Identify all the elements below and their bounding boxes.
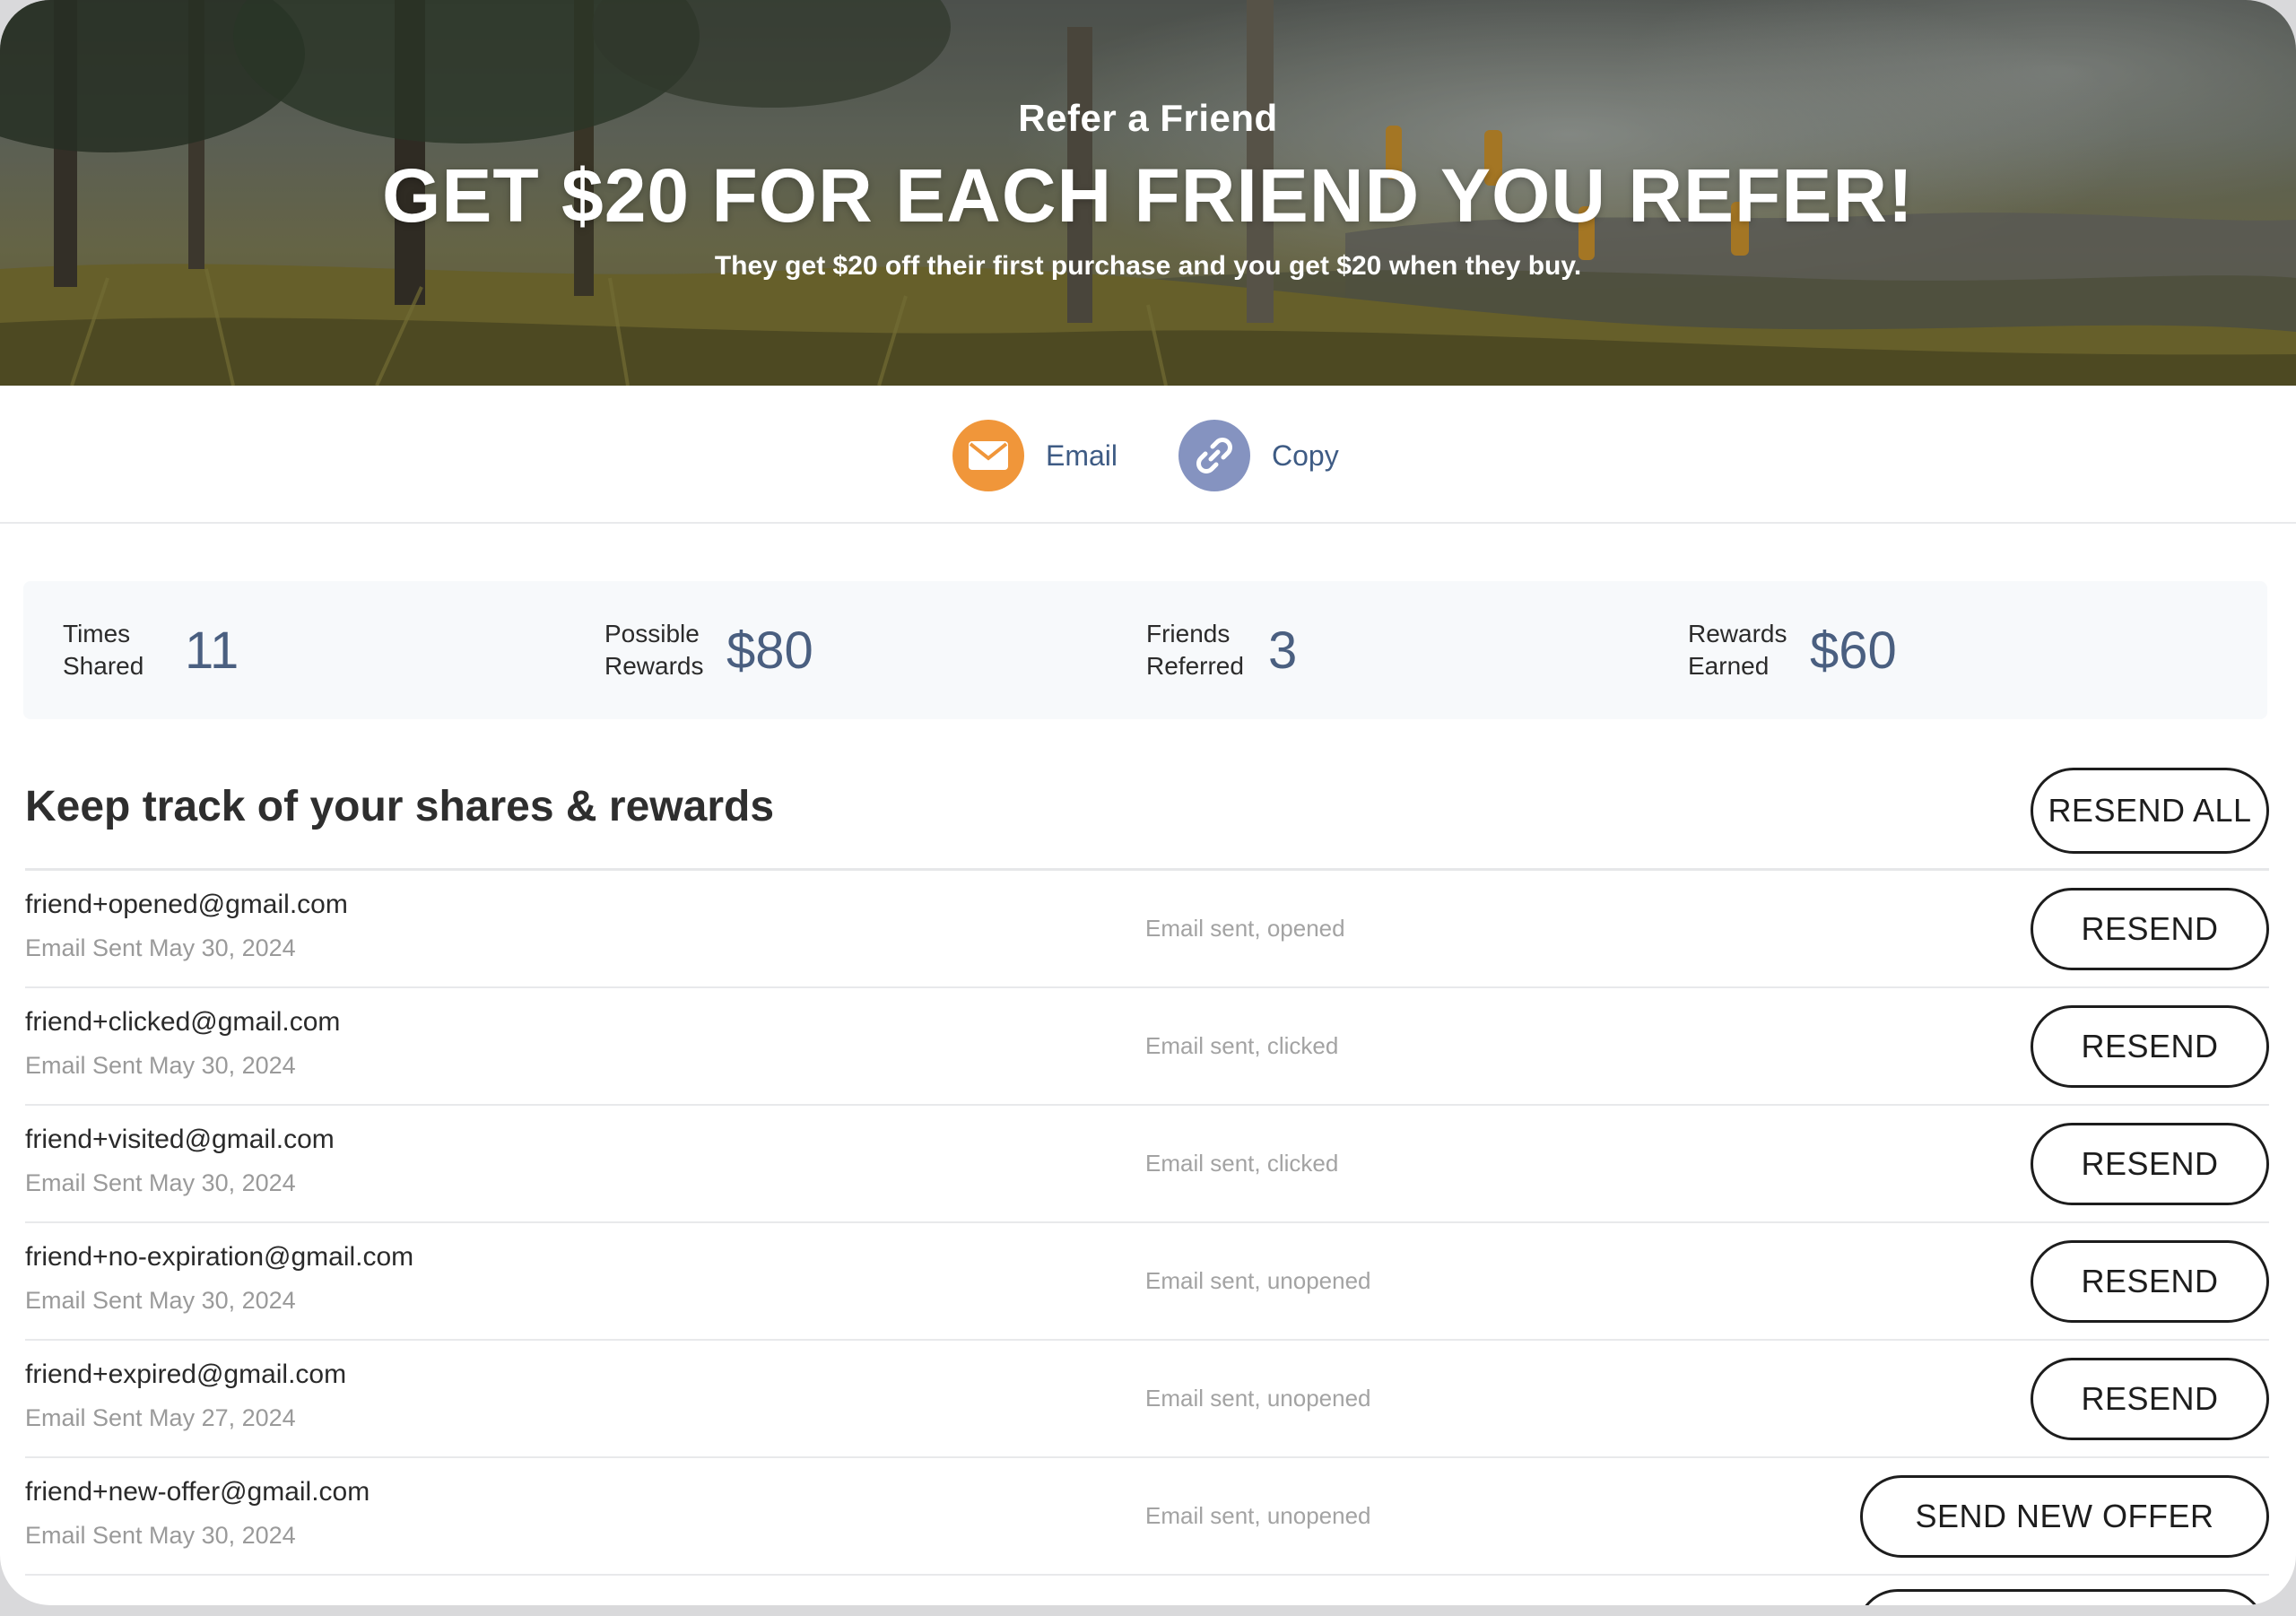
- sent-date: Email Sent May 30, 2024: [25, 1522, 296, 1549]
- sent-date: Email Sent May 30, 2024: [25, 934, 296, 961]
- share-copy-button[interactable]: Copy: [1178, 420, 1339, 491]
- referral-stats: Times Shared 11 Possible Rewards $80 Fri…: [23, 581, 2267, 719]
- link-icon: [1178, 420, 1250, 491]
- stat-possible-rewards: Possible Rewards $80: [604, 581, 813, 719]
- envelope-icon: [952, 420, 1024, 491]
- stat-caption: Times Shared: [63, 620, 144, 680]
- shares-list-header: Keep track of your shares & rewards RESE…: [25, 768, 2269, 871]
- sent-date: Email Sent May 27, 2024: [25, 1404, 296, 1431]
- referral-row: friend+opened@gmail.com Email Sent May 3…: [25, 870, 2269, 988]
- resend-all-button[interactable]: RESEND ALL: [2031, 768, 2269, 854]
- stat-value: $80: [726, 621, 813, 680]
- sent-date: Email Sent May 30, 2024: [25, 1169, 296, 1196]
- sent-date: Email Sent May 30, 2024: [25, 1052, 296, 1079]
- hero-eyebrow: Refer a Friend: [1018, 97, 1278, 139]
- stat-caption: Possible Rewards: [604, 620, 704, 680]
- email-status: Email sent, clicked: [1145, 1032, 1339, 1059]
- email-status: Email sent, unopened: [1145, 1385, 1371, 1412]
- referral-row: friend+clicked@gmail.com Email Sent May …: [25, 987, 2269, 1106]
- resend-button[interactable]: RESEND: [2031, 1240, 2269, 1323]
- friend-email: friend+visited@gmail.com: [25, 1125, 335, 1154]
- next-row-button[interactable]: [1857, 1589, 2266, 1605]
- hero-headline: GET $20 FOR EACH FRIEND YOU REFER!: [381, 153, 1914, 238]
- sent-date: Email Sent May 30, 2024: [25, 1287, 296, 1314]
- referral-page: Refer a Friend GET $20 FOR EACH FRIEND Y…: [0, 0, 2296, 1605]
- referral-row: friend+expired@gmail.com Email Sent May …: [25, 1340, 2269, 1458]
- stat-rewards-earned: Rewards Earned $60: [1688, 581, 1897, 719]
- hero-banner: Refer a Friend GET $20 FOR EACH FRIEND Y…: [0, 0, 2296, 386]
- resend-button[interactable]: RESEND: [2031, 888, 2269, 970]
- share-options: Email Copy: [0, 386, 2296, 524]
- friend-email: friend+new-offer@gmail.com: [25, 1477, 370, 1507]
- friend-email: friend+clicked@gmail.com: [25, 1007, 341, 1037]
- email-status: Email sent, unopened: [1145, 1267, 1371, 1294]
- stat-caption: Rewards Earned: [1688, 620, 1787, 680]
- stat-value: 11: [185, 621, 239, 680]
- hero-subline: They get $20 off their first purchase an…: [714, 251, 1582, 281]
- referral-row: friend+new-offer@gmail.com Email Sent Ma…: [25, 1457, 2269, 1576]
- resend-button[interactable]: RESEND: [2031, 1358, 2269, 1440]
- friend-email: friend+no-expiration@gmail.com: [25, 1242, 414, 1272]
- resend-button[interactable]: RESEND: [2031, 1005, 2269, 1088]
- resend-button[interactable]: RESEND: [2031, 1123, 2269, 1205]
- email-status: Email sent, opened: [1145, 915, 1345, 942]
- stat-friends-referred: Friends Referred 3: [1146, 581, 1297, 719]
- share-email-label: Email: [1046, 439, 1118, 472]
- friend-email: friend+expired@gmail.com: [25, 1360, 347, 1389]
- email-status: Email sent, clicked: [1145, 1150, 1339, 1177]
- send-new-offer-button[interactable]: SEND NEW OFFER: [1860, 1475, 2269, 1558]
- friend-email: friend+opened@gmail.com: [25, 890, 348, 919]
- stat-times-shared: Times Shared 11: [63, 581, 239, 719]
- stat-value: $60: [1810, 621, 1897, 680]
- share-email-button[interactable]: Email: [952, 420, 1118, 491]
- shares-list-title: Keep track of your shares & rewards: [25, 783, 775, 830]
- stat-caption: Friends Referred: [1146, 620, 1244, 680]
- email-status: Email sent, unopened: [1145, 1502, 1371, 1529]
- referral-row: friend+no-expiration@gmail.com Email Sen…: [25, 1222, 2269, 1341]
- referral-row: friend+visited@gmail.com Email Sent May …: [25, 1105, 2269, 1223]
- share-copy-label: Copy: [1272, 439, 1339, 472]
- stat-value: 3: [1268, 621, 1298, 680]
